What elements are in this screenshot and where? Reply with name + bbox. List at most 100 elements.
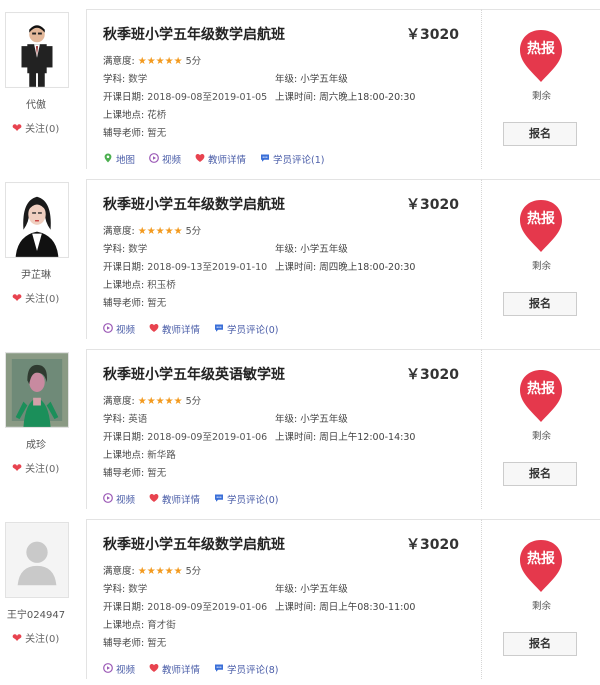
assistant-line: 辅导老师: 暂无 [103, 465, 166, 479]
teacher-panel: 王宁024947 ❤ 关注(0) [0, 510, 80, 680]
satisfaction-label: 满意度: [103, 56, 135, 67]
link-label: 学员评论(1) [273, 155, 325, 166]
teacher-name[interactable]: 代傲 [0, 96, 72, 111]
location-value: 花桥 [147, 110, 167, 121]
course-row: 王宁024947 ❤ 关注(0) 秋季班小学五年级数学启航班 ￥3020 满意度… [0, 510, 600, 680]
enroll-button[interactable]: 报名 [503, 122, 577, 146]
grade-label: 年级: [275, 584, 298, 595]
link-heart[interactable]: 教师详情 [149, 322, 200, 336]
subject-line: 学科: 英语 [103, 411, 147, 425]
grade-line: 年级: 小学五年级 [275, 71, 348, 85]
location-label: 上课地点: [103, 280, 145, 291]
location-line: 上课地点: 花桥 [103, 107, 166, 121]
dates-value: 2018-09-09至2019-01-06 [147, 432, 268, 443]
follow-label: 关注(0) [25, 124, 60, 135]
course-price: ￥3020 [406, 367, 459, 383]
grade-line: 年级: 小学五年级 [275, 411, 348, 425]
follow-button[interactable]: ❤ 关注(0) [12, 630, 59, 646]
grade-value: 小学五年级 [300, 584, 348, 595]
course-links: 视频 教师详情 学员评论(0) [103, 492, 279, 506]
link-video[interactable]: 视频 [103, 662, 135, 676]
teacher-photo[interactable] [5, 182, 69, 258]
assistant-line: 辅导老师: 暂无 [103, 635, 166, 649]
course-title[interactable]: 秋季班小学五年级数学启航班 [103, 534, 285, 554]
subject-value: 数学 [128, 74, 148, 85]
link-label: 学员评论(8) [227, 665, 279, 676]
link-heart[interactable]: 教师详情 [149, 492, 200, 506]
time-line: 上课时间: 周日上午08:30-11:00 [275, 599, 415, 613]
link-map-pin[interactable]: 地图 [103, 152, 135, 166]
location-line: 上课地点: 育才街 [103, 617, 176, 631]
time-label: 上课时间: [275, 262, 317, 273]
enroll-button[interactable]: 报名 [503, 292, 577, 316]
teacher-photo[interactable] [5, 352, 69, 428]
comment-icon [260, 153, 270, 166]
score-value: 5分 [185, 226, 202, 237]
link-comment[interactable]: 学员评论(1) [260, 152, 325, 166]
subject-value: 英语 [128, 414, 148, 425]
link-heart[interactable]: 教师详情 [195, 152, 246, 166]
enroll-panel: 热报 剩余 报名 [481, 349, 600, 509]
follow-button[interactable]: ❤ 关注(0) [12, 290, 60, 306]
satisfaction-label: 满意度: [103, 566, 135, 577]
star-rating: ★★★★★ [137, 56, 183, 67]
link-label: 视频 [162, 155, 182, 166]
teacher-name[interactable]: 成珍 [0, 436, 72, 451]
remaining-label: 剩余 [531, 261, 551, 272]
time-value: 周日上午12:00-14:30 [319, 432, 416, 443]
location-value: 新华路 [147, 450, 176, 461]
link-heart[interactable]: 教师详情 [149, 662, 200, 676]
teacher-panel: 成珍 ❤ 关注(0) [0, 340, 80, 510]
star-rating: ★★★★★ [137, 226, 183, 237]
course-title[interactable]: 秋季班小学五年级数学启航班 [103, 194, 285, 214]
course-card: 秋季班小学五年级数学启航班 ￥3020 满意度: ★★★★★ 5分 学科: 数学… [86, 179, 481, 339]
follow-label: 关注(0) [25, 294, 60, 305]
link-video[interactable]: 视频 [103, 322, 135, 336]
link-video[interactable]: 视频 [149, 152, 181, 166]
link-comment[interactable]: 学员评论(0) [214, 492, 279, 506]
location-label: 上课地点: [103, 110, 145, 121]
course-row: 尹芷琳 ❤ 关注(0) 秋季班小学五年级数学启航班 ￥3020 满意度: ★★★… [0, 170, 600, 340]
enroll-button[interactable]: 报名 [503, 462, 577, 486]
link-label: 教师详情 [162, 665, 201, 676]
heart-icon [149, 493, 159, 506]
teacher-name[interactable]: 尹芷琳 [0, 266, 72, 281]
comment-icon [214, 663, 224, 676]
teacher-photo[interactable] [5, 522, 69, 598]
location-label: 上课地点: [103, 450, 145, 461]
time-label: 上课时间: [275, 432, 317, 443]
hot-badge: 热报 [518, 368, 564, 424]
follow-button[interactable]: ❤ 关注(0) [12, 460, 59, 476]
link-label: 视频 [116, 665, 136, 676]
teacher-photo[interactable] [5, 12, 69, 88]
subject-label: 学科: [103, 74, 126, 85]
video-icon [149, 152, 159, 166]
map-pin-icon [103, 153, 113, 166]
dates-line: 开课日期: 2018-09-13至2019-01-10 [103, 259, 267, 273]
satisfaction-line: 满意度: ★★★★★ 5分 [103, 223, 201, 237]
grade-value: 小学五年级 [300, 244, 348, 255]
hot-badge-label: 热报 [527, 381, 555, 397]
link-video[interactable]: 视频 [103, 492, 135, 506]
enroll-button[interactable]: 报名 [503, 632, 577, 656]
dates-line: 开课日期: 2018-09-09至2019-01-06 [103, 599, 267, 613]
video-icon [103, 322, 113, 336]
location-label: 上课地点: [103, 620, 145, 631]
teacher-name[interactable]: 王宁024947 [0, 606, 72, 621]
link-comment[interactable]: 学员评论(0) [214, 322, 279, 336]
course-row: 成珍 ❤ 关注(0) 秋季班小学五年级英语敏学班 ￥3020 满意度: ★★★★… [0, 340, 600, 510]
hot-badge: 热报 [518, 28, 564, 84]
course-card: 秋季班小学五年级英语敏学班 ￥3020 满意度: ★★★★★ 5分 学科: 英语… [86, 349, 481, 509]
follow-button[interactable]: ❤ 关注(0) [12, 120, 60, 136]
time-label: 上课时间: [275, 602, 317, 613]
video-icon [103, 492, 113, 506]
assistant-value: 暂无 [147, 298, 167, 309]
grade-value: 小学五年级 [300, 414, 348, 425]
link-comment[interactable]: 学员评论(8) [214, 662, 279, 676]
subject-label: 学科: [103, 244, 126, 255]
hot-badge-label: 热报 [527, 41, 555, 57]
time-value: 周日上午08:30-11:00 [319, 602, 416, 613]
course-title[interactable]: 秋季班小学五年级数学启航班 [103, 24, 285, 44]
course-title[interactable]: 秋季班小学五年级英语敏学班 [103, 364, 285, 384]
heart-icon: ❤ [12, 460, 23, 475]
